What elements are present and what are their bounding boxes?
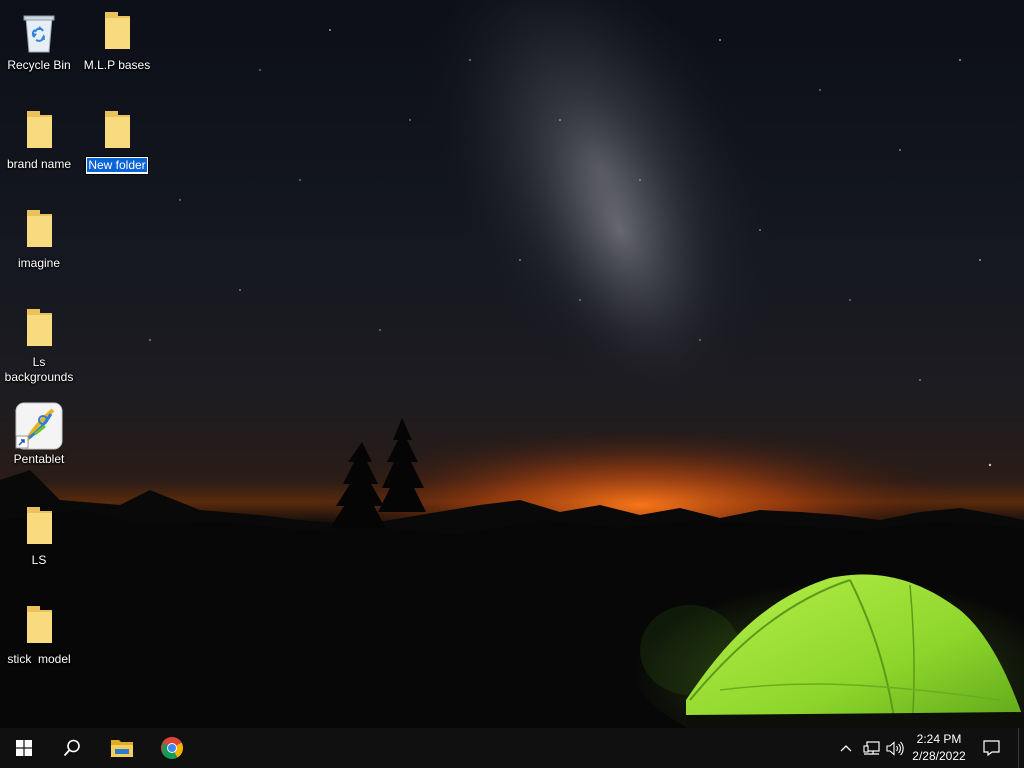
desktop-icon-brand-name[interactable]: brand name bbox=[1, 107, 77, 172]
file-explorer-icon bbox=[111, 740, 133, 757]
folder-icon bbox=[93, 8, 141, 56]
folder-icon bbox=[15, 305, 63, 353]
folder-icon bbox=[93, 107, 141, 155]
taskbar: 2:24 PM 2/28/2022 bbox=[0, 728, 1024, 768]
desktop-icon-label: imagine bbox=[17, 256, 61, 270]
desktop-icon-imagine[interactable]: imagine bbox=[1, 206, 77, 271]
chevron-up-icon bbox=[840, 745, 852, 752]
rename-text-selected: New folder bbox=[87, 158, 147, 172]
folder-icon bbox=[15, 107, 63, 155]
desktop-icon-ls[interactable]: LS bbox=[1, 503, 77, 568]
folder-icon bbox=[15, 206, 63, 254]
clock-time: 2:24 PM bbox=[916, 732, 962, 746]
desktop-icon-mlp-bases[interactable]: M.L.P bases bbox=[79, 8, 155, 73]
network-icon bbox=[862, 740, 880, 755]
start-button[interactable] bbox=[0, 728, 48, 768]
show-hidden-icons-button[interactable] bbox=[836, 728, 856, 768]
action-center-icon bbox=[982, 740, 1000, 756]
file-explorer-button[interactable] bbox=[98, 728, 146, 768]
desktop-icon-label: Recycle Bin bbox=[7, 58, 71, 72]
recycle-bin-icon bbox=[15, 8, 63, 56]
windows-logo-icon bbox=[16, 740, 32, 756]
chrome-button[interactable] bbox=[148, 728, 196, 768]
folder-icon bbox=[15, 503, 63, 551]
pentablet-shortcut-icon bbox=[15, 402, 63, 450]
desktop-icon-pentablet[interactable]: Pentablet bbox=[1, 402, 77, 467]
action-center-button[interactable] bbox=[976, 728, 1006, 768]
desktop-icon-label: LS bbox=[31, 553, 47, 567]
show-desktop-button[interactable] bbox=[1018, 728, 1024, 768]
volume-button[interactable] bbox=[884, 728, 906, 768]
desktop-icon-ls-backgrounds[interactable]: Ls backgrounds bbox=[1, 305, 77, 385]
desktop-icon-stick-model[interactable]: stick model bbox=[1, 602, 77, 667]
desktop-icon-label: M.L.P bases bbox=[83, 58, 151, 72]
desktop-icon-label: stick model bbox=[7, 652, 71, 666]
desktop-icon-new-folder[interactable]: New folder bbox=[79, 107, 155, 175]
folder-icon bbox=[15, 602, 63, 650]
desktop-icon-label: Pentablet bbox=[13, 452, 65, 466]
network-button[interactable] bbox=[860, 728, 882, 768]
desktop-icon-recycle-bin[interactable]: Recycle Bin bbox=[1, 8, 77, 73]
chrome-icon bbox=[161, 737, 183, 759]
rename-textbox[interactable]: New folder bbox=[85, 156, 149, 175]
volume-icon bbox=[886, 740, 904, 756]
desktop-icon-label: Ls backgrounds bbox=[4, 355, 74, 384]
clock[interactable]: 2:24 PM 2/28/2022 bbox=[905, 731, 973, 765]
search-button[interactable] bbox=[48, 728, 96, 768]
desktop-icon-label: brand name bbox=[6, 157, 72, 171]
search-icon bbox=[63, 739, 80, 757]
clock-date: 2/28/2022 bbox=[912, 749, 966, 763]
